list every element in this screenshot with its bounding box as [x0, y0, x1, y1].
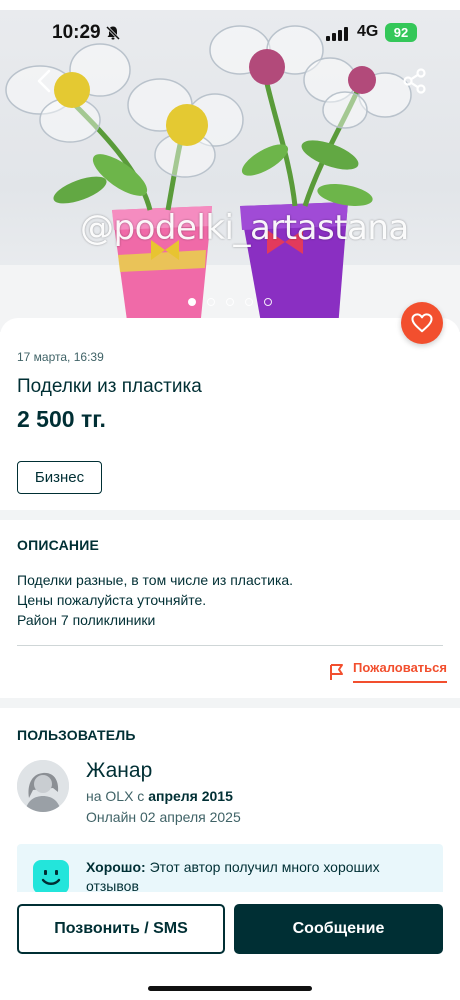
battery-indicator: 92	[385, 23, 417, 42]
share-icon	[403, 68, 426, 94]
listing-price: 2 500 тг.	[17, 406, 106, 432]
divider	[17, 645, 443, 646]
user-name[interactable]: Жанар	[86, 759, 152, 783]
report-button[interactable]: Пожаловаться	[329, 660, 447, 683]
gallery-dot-2[interactable]	[207, 298, 215, 306]
listing-photo-gallery[interactable]: @podelki_artastana	[0, 10, 460, 332]
member-since-date: апреля 2015	[148, 788, 233, 804]
gallery-dot-5[interactable]	[264, 298, 272, 306]
flag-icon	[330, 663, 343, 680]
listing-title: Поделки из пластика	[17, 376, 202, 397]
gallery-dot-3[interactable]	[226, 298, 234, 306]
description-text: Поделки разные, в том числе из пластика.…	[17, 570, 293, 630]
user-avatar-icon	[17, 760, 69, 812]
avatar[interactable]	[17, 760, 69, 812]
gallery-dot-1[interactable]	[188, 298, 196, 306]
report-label: Пожаловаться	[353, 660, 447, 683]
share-button[interactable]	[400, 66, 430, 96]
back-arrow-icon	[37, 69, 51, 93]
description-line: Район 7 поликлиники	[17, 612, 156, 628]
listing-date: 17 марта, 16:39	[17, 350, 104, 364]
back-button[interactable]	[30, 66, 60, 96]
photo-watermark: @podelki_artastana	[80, 208, 409, 248]
last-online: Онлайн 02 апреля 2025	[86, 809, 241, 825]
description-line: Поделки разные, в том числе из пластика.	[17, 572, 294, 588]
rating-text: Хорошо: Этот автор получил много хороших…	[86, 858, 426, 896]
section-divider	[0, 510, 460, 520]
network-type: 4G	[357, 23, 379, 40]
gallery-pagination	[0, 298, 460, 306]
status-bar: 10:29 4G 92	[0, 20, 460, 48]
favorite-button[interactable]	[401, 302, 443, 344]
status-time: 10:29	[52, 22, 101, 43]
listing-photo	[0, 25, 460, 332]
member-since-prefix: на OLX с	[86, 788, 145, 804]
signal-icon	[326, 26, 348, 41]
message-button[interactable]: Сообщение	[234, 904, 443, 954]
description-heading: ОПИСАНИЕ	[17, 537, 99, 553]
section-divider	[0, 698, 460, 708]
bell-slash-icon	[105, 25, 121, 46]
gallery-dot-4[interactable]	[245, 298, 253, 306]
call-sms-button[interactable]: Позвонить / SMS	[17, 904, 225, 954]
business-tag[interactable]: Бизнес	[17, 461, 102, 494]
user-heading: ПОЛЬЗОВАТЕЛЬ	[17, 727, 136, 743]
bottom-action-bar: Позвонить / SMS Сообщение	[0, 892, 460, 1000]
heart-icon	[411, 313, 433, 333]
smiley-icon	[33, 860, 69, 894]
rating-label: Хорошо:	[86, 859, 146, 875]
home-indicator	[148, 986, 312, 991]
description-line: Цены пожалуйста уточняйте.	[17, 592, 207, 608]
member-since: на OLX с апреля 2015	[86, 788, 233, 804]
